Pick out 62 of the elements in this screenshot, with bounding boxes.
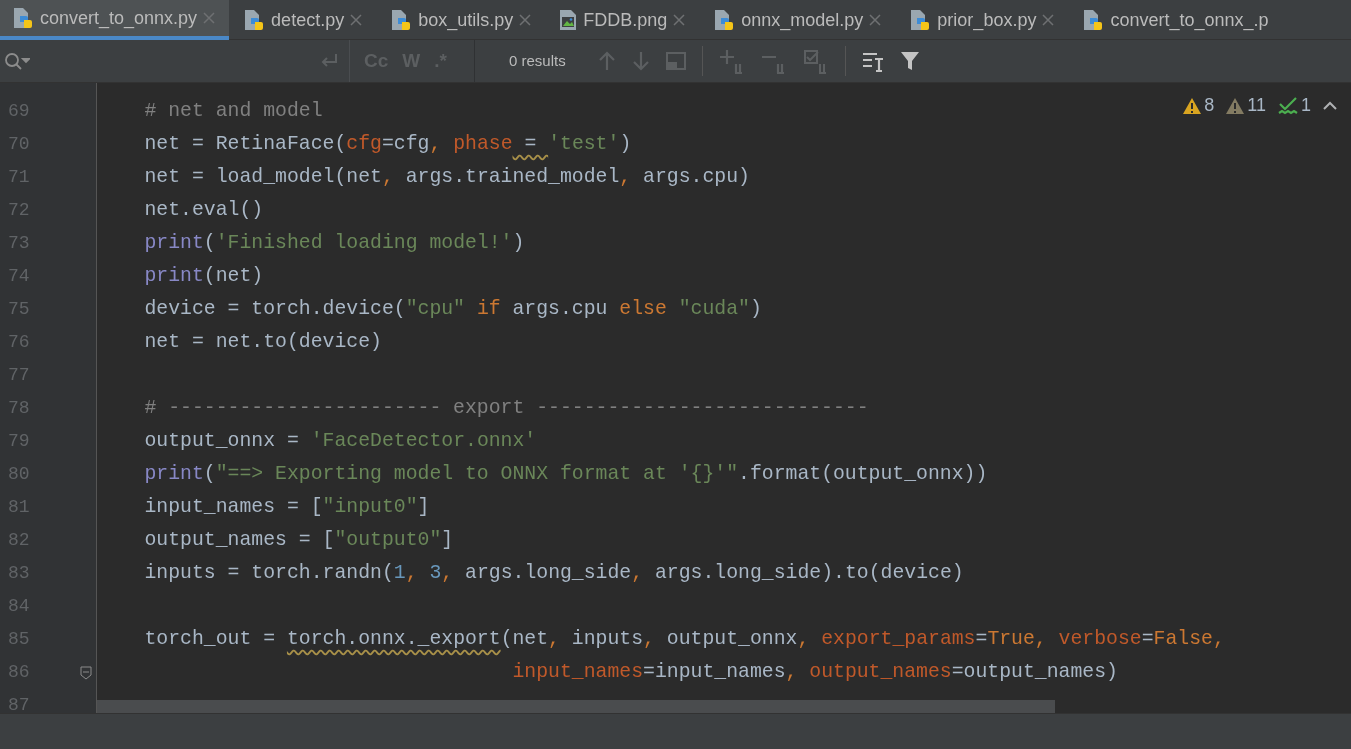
results-count: 0 results — [509, 50, 566, 71]
close-icon[interactable] — [673, 14, 686, 26]
down-arrow-icon[interactable] — [631, 51, 650, 71]
warning-icon[interactable] — [1183, 97, 1202, 114]
code-line: input_names=input_names, output_names=output_names) — [511, 660, 1118, 685]
code-line: # net and model — [143, 99, 323, 124]
editor-tab[interactable]: FDDB.png — [545, 0, 700, 40]
window-icon[interactable] — [665, 52, 686, 70]
horizontal-scrollbar[interactable] — [97, 700, 1055, 713]
up-arrow-icon[interactable] — [597, 51, 616, 71]
inspection-count: 8 — [1204, 94, 1215, 117]
editor-tab[interactable]: convert_to_onnx_.p — [1068, 0, 1283, 40]
inspection-count: 1 — [1301, 94, 1311, 117]
text-lines-icon[interactable] — [861, 50, 884, 72]
code-line: net = net.to(device) — [143, 330, 382, 355]
inspection-count: 11 — [1247, 94, 1266, 117]
python-file-icon — [713, 8, 736, 32]
tab-label: convert_to_onnx.py — [40, 6, 198, 31]
tab-label: box_utils.py — [418, 8, 514, 33]
close-icon[interactable] — [350, 14, 363, 26]
python-file-icon — [390, 8, 413, 32]
editor-tab[interactable]: onnx_model.py — [699, 0, 896, 40]
newline-icon[interactable] — [319, 53, 339, 69]
python-file-icon — [243, 8, 266, 32]
code-line: device = torch.device("cpu" if args.cpu else "cuda") — [143, 297, 762, 322]
close-icon[interactable] — [203, 12, 216, 24]
check-icon[interactable] — [1278, 96, 1298, 115]
tab-label: prior_box.py — [937, 8, 1037, 33]
python-file-icon — [909, 8, 932, 32]
select-all-icon[interactable] — [802, 48, 829, 74]
tab-label: FDDB.png — [583, 8, 668, 32]
code-line: output_onnx = 'FaceDetector.onnx' — [143, 429, 537, 454]
code-line: print('Finished loading model!') — [143, 231, 525, 256]
python-file-icon — [12, 6, 34, 30]
code-line: torch_out = torch.onnx._export(net, inputs, output_onnx, export_params=True, verbose=False, — [143, 627, 1225, 652]
close-icon[interactable] — [1042, 14, 1055, 26]
tab-label: onnx_model.py — [741, 8, 864, 33]
editor-tab[interactable]: prior_box.py — [895, 0, 1069, 40]
editor-tab[interactable]: box_utils.py — [376, 0, 546, 40]
up-chevron-icon[interactable] — [1323, 101, 1337, 110]
editor-tab[interactable]: convert_to_onnx.py — [0, 0, 230, 40]
close-icon[interactable] — [519, 14, 532, 26]
close-icon[interactable] — [869, 14, 882, 26]
filter-icon[interactable] — [899, 51, 920, 71]
warning-icon[interactable] — [1226, 97, 1245, 114]
add-occurrence-icon[interactable] — [718, 48, 745, 74]
tab-label: detect.py — [271, 8, 345, 32]
python-file-icon — [1082, 8, 1105, 32]
code-line: net = RetinaFace(cfg=cfg, phase = 'test') — [143, 132, 632, 157]
code-line: net = load_model(net, args.trained_model, args.cpu) — [143, 165, 750, 190]
code-line: output_names = ["output0"] — [143, 528, 454, 553]
tab-label: convert_to_onnx_.p — [1110, 8, 1269, 33]
code-line: input_names = ["input0"] — [143, 495, 430, 520]
code-line: print("==> Exporting model to ONNX format at '{}'".format(output_onnx)) — [143, 462, 988, 487]
code-line: print(net) — [143, 264, 264, 289]
editor-tab[interactable]: detect.py — [229, 0, 377, 40]
fold-icon[interactable] — [80, 665, 92, 680]
code-line: inputs = torch.randn(1, 3, args.long_side, args.long_side).to(device) — [143, 561, 964, 586]
search-icon[interactable] — [4, 52, 30, 70]
image-file-icon — [559, 9, 578, 31]
code-line: # ----------------------- export ---------------------------- — [143, 396, 869, 421]
code-line: net.eval() — [143, 198, 264, 223]
